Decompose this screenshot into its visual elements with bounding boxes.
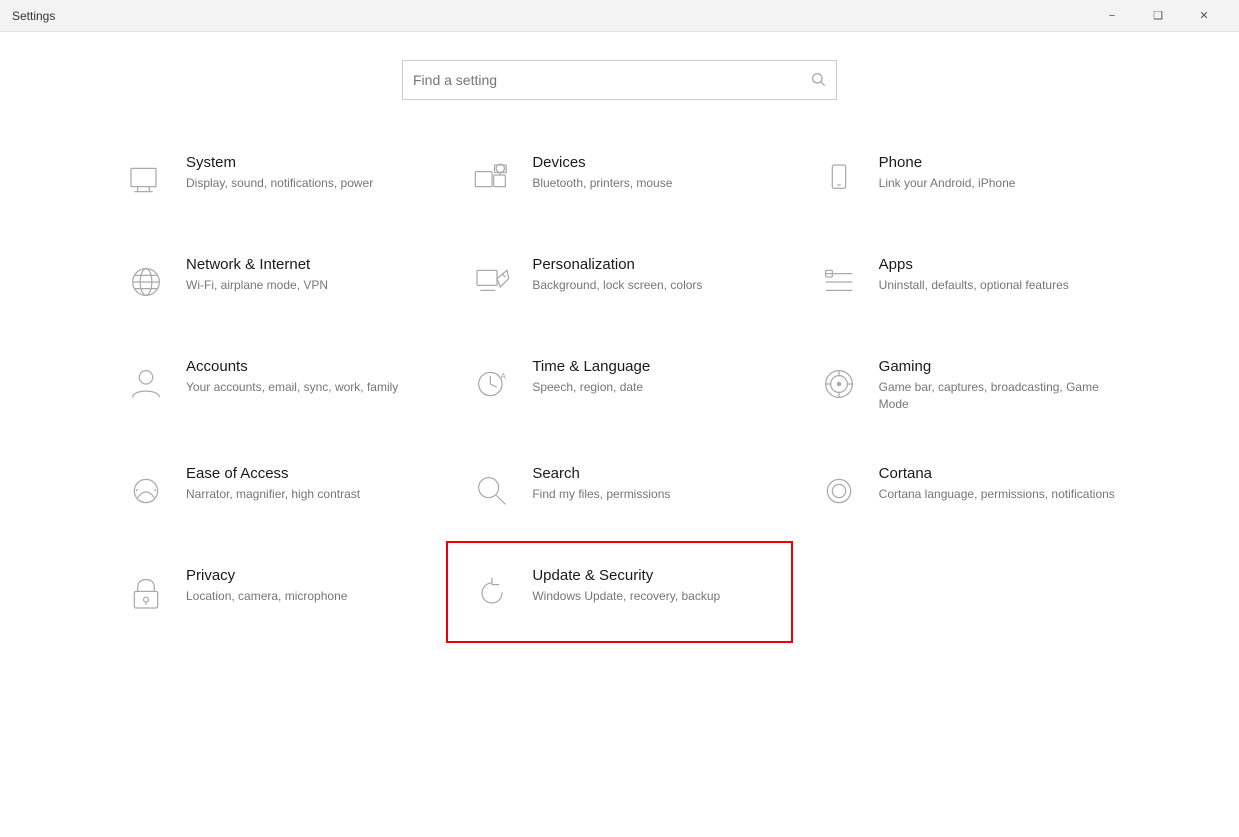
settings-item-personalization[interactable]: Personalization Background, lock screen, … [446, 230, 792, 332]
gaming-text: Gaming Game bar, captures, broadcasting, … [879, 358, 1117, 413]
accounts-desc: Your accounts, email, sync, work, family [186, 379, 424, 396]
app-title: Settings [12, 9, 55, 23]
svg-text:A: A [501, 371, 507, 381]
minimize-button[interactable]: − [1089, 0, 1135, 32]
network-desc: Wi-Fi, airplane mode, VPN [186, 277, 424, 294]
main-content: System Display, sound, notifications, pow… [0, 128, 1239, 837]
phone-icon [815, 156, 863, 204]
devices-text: Devices Bluetooth, printers, mouse [532, 154, 770, 192]
gaming-title: Gaming [879, 358, 1117, 375]
update-text: Update & Security Windows Update, recover… [532, 567, 770, 605]
update-desc: Windows Update, recovery, backup [532, 588, 770, 605]
devices-desc: Bluetooth, printers, mouse [532, 175, 770, 192]
settings-grid: System Display, sound, notifications, pow… [100, 128, 1139, 643]
privacy-desc: Location, camera, microphone [186, 588, 424, 605]
window-controls: − ❑ ✕ [1089, 0, 1227, 32]
apps-title: Apps [879, 256, 1117, 273]
accounts-title: Accounts [186, 358, 424, 375]
settings-item-gaming[interactable]: Gaming Game bar, captures, broadcasting, … [793, 332, 1139, 439]
devices-title: Devices [532, 154, 770, 171]
ease-desc: Narrator, magnifier, high contrast [186, 486, 424, 503]
network-title: Network & Internet [186, 256, 424, 273]
phone-desc: Link your Android, iPhone [879, 175, 1117, 192]
ease-title: Ease of Access [186, 465, 424, 482]
settings-item-apps[interactable]: Apps Uninstall, defaults, optional featur… [793, 230, 1139, 332]
accounts-icon [122, 360, 170, 408]
privacy-text: Privacy Location, camera, microphone [186, 567, 424, 605]
title-bar: Settings − ❑ ✕ [0, 0, 1239, 32]
search-box [402, 60, 837, 100]
cortana-title: Cortana [879, 465, 1117, 482]
close-button[interactable]: ✕ [1181, 0, 1227, 32]
update-title: Update & Security [532, 567, 770, 584]
search-area [0, 32, 1239, 128]
update-icon [468, 569, 516, 617]
privacy-title: Privacy [186, 567, 424, 584]
settings-item-time[interactable]: A Time & Language Speech, region, date [446, 332, 792, 439]
cortana-icon [815, 467, 863, 515]
ease-icon [122, 467, 170, 515]
settings-item-system[interactable]: System Display, sound, notifications, pow… [100, 128, 446, 230]
settings-item-phone[interactable]: Phone Link your Android, iPhone [793, 128, 1139, 230]
privacy-icon [122, 569, 170, 617]
cortana-text: Cortana Cortana language, permissions, no… [879, 465, 1117, 503]
network-text: Network & Internet Wi-Fi, airplane mode, … [186, 256, 424, 294]
settings-item-cortana[interactable]: Cortana Cortana language, permissions, no… [793, 439, 1139, 541]
time-title: Time & Language [532, 358, 770, 375]
personalization-text: Personalization Background, lock screen, … [532, 256, 770, 294]
personalization-title: Personalization [532, 256, 770, 273]
accounts-text: Accounts Your accounts, email, sync, work… [186, 358, 424, 396]
system-text: System Display, sound, notifications, pow… [186, 154, 424, 192]
settings-item-update[interactable]: Update & Security Windows Update, recover… [446, 541, 792, 643]
gaming-icon [815, 360, 863, 408]
settings-item-search[interactable]: Search Find my files, permissions [446, 439, 792, 541]
restore-button[interactable]: ❑ [1135, 0, 1181, 32]
apps-text: Apps Uninstall, defaults, optional featur… [879, 256, 1117, 294]
settings-item-network[interactable]: Network & Internet Wi-Fi, airplane mode, … [100, 230, 446, 332]
settings-item-accounts[interactable]: Accounts Your accounts, email, sync, work… [100, 332, 446, 439]
search-text: Search Find my files, permissions [532, 465, 770, 503]
time-text: Time & Language Speech, region, date [532, 358, 770, 396]
time-desc: Speech, region, date [532, 379, 770, 396]
system-icon [122, 156, 170, 204]
cortana-desc: Cortana language, permissions, notificat… [879, 486, 1117, 503]
apps-icon [815, 258, 863, 306]
settings-item-devices[interactable]: Devices Bluetooth, printers, mouse [446, 128, 792, 230]
settings-item-ease[interactable]: Ease of Access Narrator, magnifier, high … [100, 439, 446, 541]
gaming-desc: Game bar, captures, broadcasting, Game M… [879, 379, 1117, 413]
settings-item-privacy[interactable]: Privacy Location, camera, microphone [100, 541, 446, 643]
personalization-desc: Background, lock screen, colors [532, 277, 770, 294]
search-icon [468, 467, 516, 515]
search-icon [810, 71, 826, 90]
phone-text: Phone Link your Android, iPhone [879, 154, 1117, 192]
time-icon: A [468, 360, 516, 408]
personalization-icon [468, 258, 516, 306]
phone-title: Phone [879, 154, 1117, 171]
system-desc: Display, sound, notifications, power [186, 175, 424, 192]
search-desc: Find my files, permissions [532, 486, 770, 503]
system-title: System [186, 154, 424, 171]
search-input[interactable] [413, 72, 810, 88]
ease-text: Ease of Access Narrator, magnifier, high … [186, 465, 424, 503]
apps-desc: Uninstall, defaults, optional features [879, 277, 1117, 294]
devices-icon [468, 156, 516, 204]
network-icon [122, 258, 170, 306]
search-title: Search [532, 465, 770, 482]
